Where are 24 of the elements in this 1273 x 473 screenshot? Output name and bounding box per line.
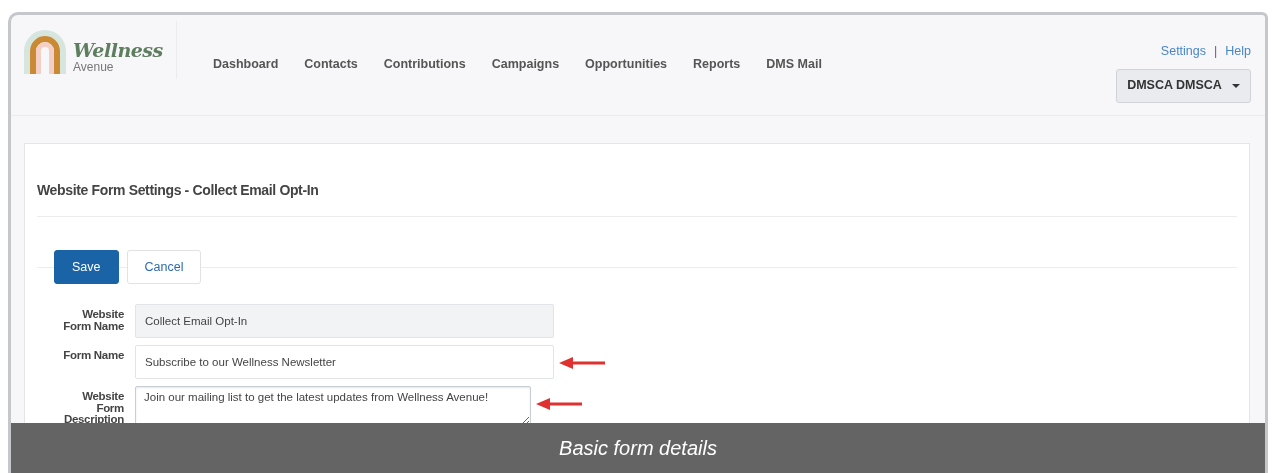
user-menu-button[interactable]: DMSCA DMSCA: [1116, 68, 1251, 103]
field-label: Website Form Name: [62, 307, 124, 332]
caption: Basic form details: [559, 436, 717, 461]
description-textarea[interactable]: Join our mailing list to get the latest updates from Wellness Avenue!: [135, 386, 531, 426]
field-label: Form Name: [62, 348, 124, 362]
input-field[interactable]: Subscribe to our Wellness Newsletter: [135, 345, 554, 379]
nav-link[interactable]: Reports: [693, 54, 741, 74]
nav-link[interactable]: Contacts: [304, 54, 358, 74]
link-separator: |: [1214, 43, 1218, 60]
logo-title: Wellness: [73, 39, 163, 61]
nav-link[interactable]: Contributions: [383, 54, 466, 74]
rainbow-logo-icon: [21, 27, 69, 75]
cancel-button[interactable]: Cancel: [126, 250, 202, 284]
page-heading: Website Form Settings - Collect Email Opt-In: [37, 182, 319, 198]
save-button[interactable]: Save: [54, 250, 119, 284]
caret-icon: [1231, 83, 1240, 88]
settings-link[interactable]: Settings: [1160, 42, 1207, 61]
nav-link[interactable]: Opportunities: [585, 54, 668, 74]
nav-link[interactable]: DMS Mail: [766, 54, 822, 74]
nav-link[interactable]: Campaigns: [491, 54, 560, 74]
nav-link[interactable]: Dashboard: [213, 54, 279, 74]
field-label: Website Form Description: [62, 389, 124, 426]
help-link[interactable]: Help: [1225, 42, 1251, 61]
logo-subtitle: Avenue: [73, 61, 115, 73]
